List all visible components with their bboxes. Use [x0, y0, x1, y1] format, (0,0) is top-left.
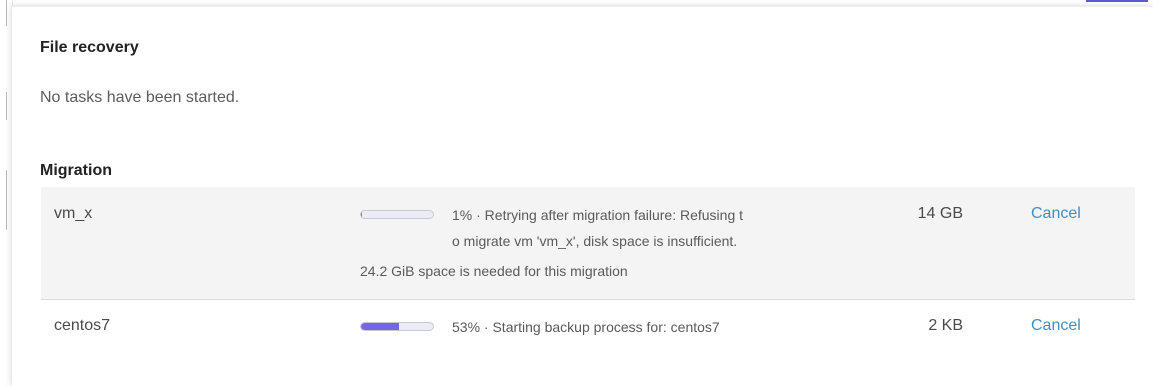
- task-name: centos7: [54, 317, 111, 334]
- background-accent-line: [1086, 0, 1148, 2]
- task-progress-bar: [360, 322, 434, 331]
- task-progress-fill: [361, 323, 400, 330]
- task-status-line: o migrate vm 'vm_x', disk space is insuf…: [452, 233, 738, 249]
- background-divider: [6, 170, 7, 230]
- tasks-panel: File recovery No tasks have been started…: [12, 6, 1153, 386]
- task-progress-fill: [361, 211, 363, 218]
- cancel-task-button[interactable]: Cancel: [1031, 317, 1081, 335]
- migration-title: Migration: [40, 162, 112, 179]
- task-status-line: 1% · Retrying after migration failure: R…: [452, 207, 744, 223]
- background-divider: [6, 92, 7, 120]
- migration-task-row: centos7 53% · Starting backup process fo…: [41, 300, 1135, 358]
- task-size: 2 KB: [928, 317, 963, 334]
- task-size: 14 GB: [917, 205, 963, 222]
- task-name: vm_x: [54, 205, 93, 222]
- migration-task-row: vm_x 1% · Retrying after migration failu…: [41, 187, 1135, 299]
- task-status-line: 24.2 GiB space is needed for this migrat…: [360, 263, 628, 279]
- cancel-task-button[interactable]: Cancel: [1031, 205, 1081, 223]
- task-status-line: 53% · Starting backup process for: cento…: [452, 319, 720, 335]
- file-recovery-empty-message: No tasks have been started.: [40, 89, 240, 106]
- background-divider: [6, 0, 7, 26]
- task-progress-bar: [360, 210, 434, 219]
- file-recovery-title: File recovery: [40, 39, 139, 56]
